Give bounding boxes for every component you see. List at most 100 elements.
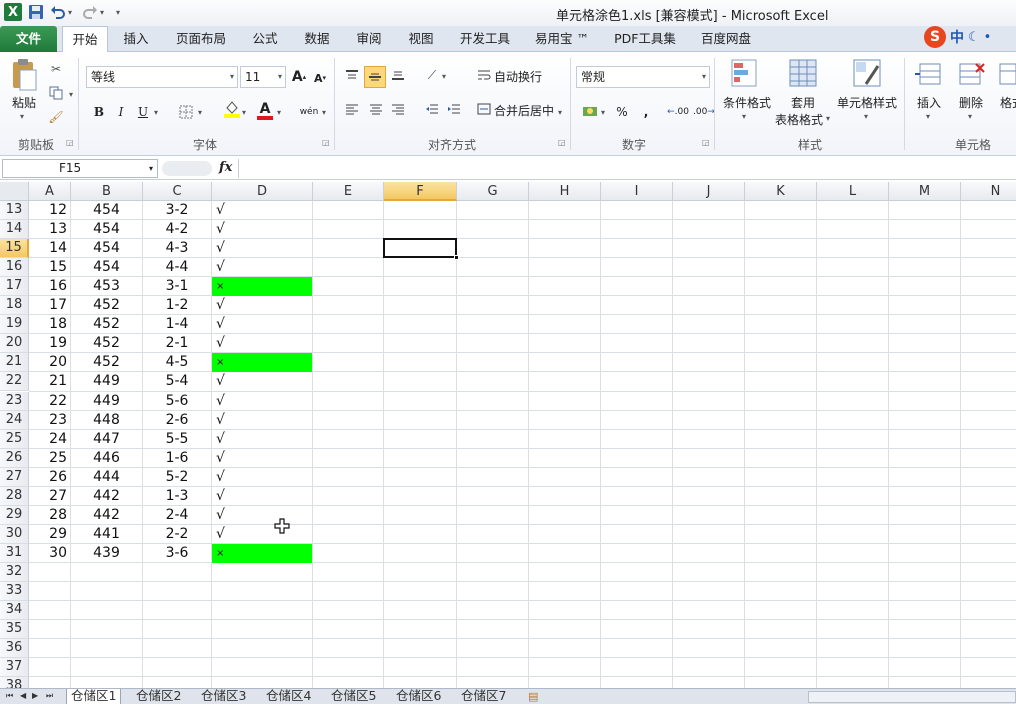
- row-header-37[interactable]: 37: [0, 658, 29, 678]
- cell-d24[interactable]: √: [212, 411, 312, 430]
- accounting-format-icon[interactable]: [580, 102, 600, 120]
- paste-icon[interactable]: [10, 58, 38, 92]
- paste-dropdown-icon[interactable]: ▾: [20, 112, 24, 121]
- cell-a14[interactable]: 13: [29, 220, 70, 239]
- sheet-tab-5[interactable]: 仓储区5: [327, 689, 380, 704]
- cell-b25[interactable]: 447: [71, 430, 142, 449]
- borders-icon[interactable]: [176, 103, 196, 121]
- tab-view[interactable]: 视图: [400, 26, 442, 52]
- align-right-icon[interactable]: [388, 100, 408, 118]
- column-header-m[interactable]: M: [889, 182, 961, 201]
- column-header-e[interactable]: E: [313, 182, 384, 201]
- select-all-corner[interactable]: [0, 182, 29, 201]
- insert-cells-button[interactable]: 插入: [912, 94, 946, 111]
- customize-quick-access-icon[interactable]: ▾: [116, 3, 120, 21]
- horizontal-scrollbar[interactable]: [808, 691, 1016, 703]
- row-header-29[interactable]: 29: [0, 505, 29, 525]
- moon-icon[interactable]: ☾: [968, 30, 980, 45]
- cell-b18[interactable]: 452: [71, 296, 142, 315]
- format-cells-button[interactable]: 格式: [1000, 94, 1016, 111]
- fill-handle[interactable]: [454, 255, 459, 261]
- column-header-l[interactable]: L: [817, 182, 889, 201]
- format-painter-icon[interactable]: 🖌: [46, 108, 66, 126]
- cell-b30[interactable]: 441: [71, 525, 142, 544]
- column-header-g[interactable]: G: [457, 182, 529, 201]
- underline-dropdown-icon[interactable]: ▾: [154, 108, 158, 117]
- column-header-b[interactable]: B: [71, 182, 143, 201]
- cell-c28[interactable]: 1-3: [143, 487, 211, 506]
- cell-b17[interactable]: 453: [71, 277, 142, 296]
- cell-c23[interactable]: 5-6: [143, 392, 211, 411]
- cell-d14[interactable]: √: [212, 220, 312, 239]
- percent-button[interactable]: %: [612, 102, 632, 122]
- bold-button[interactable]: B: [90, 102, 108, 122]
- cell-a25[interactable]: 24: [29, 430, 70, 449]
- tab-review[interactable]: 审阅: [348, 26, 390, 52]
- cell-a27[interactable]: 26: [29, 468, 70, 487]
- cell-a19[interactable]: 18: [29, 315, 70, 334]
- cell-styles-icon[interactable]: [852, 58, 882, 90]
- format-as-table-icon[interactable]: [788, 58, 818, 90]
- format-cells-icon[interactable]: [998, 60, 1016, 88]
- cell-a16[interactable]: 15: [29, 258, 70, 277]
- cell-d29[interactable]: √: [212, 506, 312, 525]
- row-header-30[interactable]: 30: [0, 524, 29, 544]
- cell-b26[interactable]: 446: [71, 449, 142, 468]
- row-header-33[interactable]: 33: [0, 582, 29, 601]
- copy-icon[interactable]: [46, 84, 66, 102]
- row-header-15[interactable]: 15: [0, 239, 29, 259]
- cell-a28[interactable]: 27: [29, 487, 70, 506]
- redo-icon[interactable]: [82, 3, 98, 21]
- conditional-format-dropdown-icon[interactable]: ▾: [742, 112, 746, 121]
- cell-d19[interactable]: √: [212, 315, 312, 334]
- cell-b20[interactable]: 452: [71, 334, 142, 353]
- cell-b15[interactable]: 454: [71, 239, 142, 258]
- cell-c29[interactable]: 2-4: [143, 506, 211, 525]
- delete-cells-button[interactable]: 删除: [954, 94, 988, 111]
- grow-font-button[interactable]: A ▴: [290, 68, 308, 86]
- save-icon[interactable]: [28, 3, 44, 21]
- cell-c17[interactable]: 3-1: [143, 277, 211, 296]
- column-header-i[interactable]: I: [601, 182, 673, 201]
- column-header-j[interactable]: J: [673, 182, 745, 201]
- merge-dropdown-icon[interactable]: ▾: [558, 108, 562, 117]
- shrink-font-button[interactable]: A ▾: [312, 70, 328, 86]
- decrease-decimal-button[interactable]: .00 →: [692, 102, 716, 122]
- excel-logo-icon[interactable]: X: [4, 3, 22, 21]
- row-header-34[interactable]: 34: [0, 601, 29, 621]
- cell-c13[interactable]: 3-2: [143, 201, 211, 220]
- row-header-25[interactable]: 25: [0, 429, 29, 449]
- cell-d16[interactable]: √: [212, 258, 312, 277]
- cell-a30[interactable]: 29: [29, 525, 70, 544]
- align-top-icon[interactable]: [342, 66, 362, 84]
- cell-c14[interactable]: 4-2: [143, 220, 211, 239]
- cell-a18[interactable]: 17: [29, 296, 70, 315]
- cell-d13[interactable]: √: [212, 201, 312, 220]
- format-as-table-label[interactable]: 表格格式: [774, 111, 824, 128]
- increase-indent-icon[interactable]: [444, 100, 464, 118]
- cell-c26[interactable]: 1-6: [143, 449, 211, 468]
- decrease-indent-icon[interactable]: [422, 100, 442, 118]
- cell-c25[interactable]: 5-5: [143, 430, 211, 449]
- font-name-combo[interactable]: 等线 ▾: [86, 66, 238, 88]
- row-header-35[interactable]: 35: [0, 620, 29, 640]
- row-header-19[interactable]: 19: [0, 315, 29, 335]
- cut-icon[interactable]: ✂: [46, 60, 66, 78]
- cell-b14[interactable]: 454: [71, 220, 142, 239]
- cell-d31[interactable]: ×: [212, 543, 312, 563]
- column-header-c[interactable]: C: [143, 182, 212, 201]
- fill-color-dropdown-icon[interactable]: ▾: [242, 108, 246, 117]
- cell-a22[interactable]: 21: [29, 372, 70, 391]
- tab-page-layout[interactable]: 页面布局: [166, 26, 236, 52]
- insert-cells-dropdown-icon[interactable]: ▾: [926, 112, 930, 121]
- cell-c19[interactable]: 1-4: [143, 315, 211, 334]
- insert-function-icon[interactable]: fx: [219, 160, 232, 175]
- format-as-table-dropdown-icon[interactable]: ▾: [826, 114, 830, 123]
- row-header-36[interactable]: 36: [0, 639, 29, 659]
- accounting-dropdown-icon[interactable]: ▾: [601, 108, 605, 117]
- sheet-tab-2[interactable]: 仓储区2: [132, 689, 185, 704]
- cell-b27[interactable]: 444: [71, 468, 142, 487]
- last-sheet-icon[interactable]: ⏭: [46, 691, 53, 701]
- cell-d20[interactable]: √: [212, 334, 312, 353]
- font-color-button[interactable]: A: [256, 100, 274, 122]
